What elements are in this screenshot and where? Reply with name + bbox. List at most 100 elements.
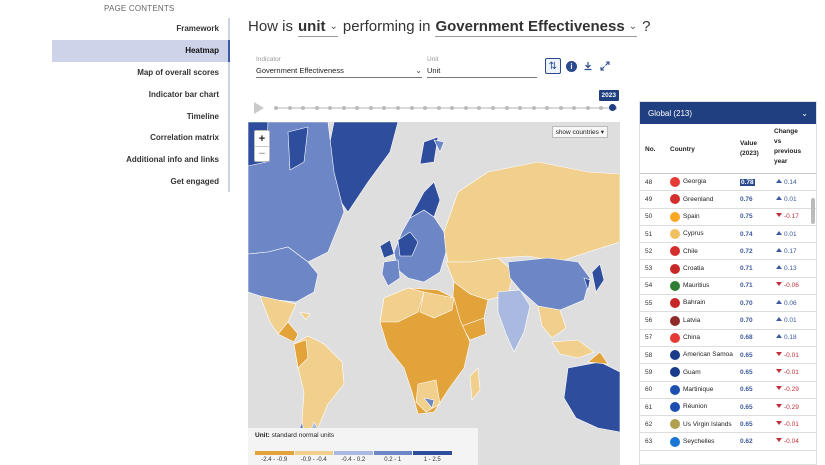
timeline-tick[interactable] bbox=[490, 106, 495, 110]
country-flag-icon bbox=[670, 402, 680, 412]
timeline-tick[interactable] bbox=[599, 106, 604, 110]
timeline-tick[interactable] bbox=[585, 106, 590, 110]
timeline-handle[interactable] bbox=[609, 104, 616, 111]
legend-bin-label: 1 - 2.5 bbox=[423, 457, 441, 463]
table-row[interactable]: 56 Latvia 0.70 0.01 bbox=[640, 312, 816, 330]
arrow-up-icon bbox=[776, 230, 782, 235]
nav-item-correlation-matrix[interactable]: Correlation matrix bbox=[52, 126, 230, 149]
timeline-tick[interactable] bbox=[328, 106, 333, 110]
table-row[interactable]: 61 Réunion 0.65 -0.29 bbox=[640, 399, 816, 417]
row-value: 0.71 bbox=[740, 282, 753, 290]
timeline-track[interactable] bbox=[274, 104, 617, 111]
timeline-tick[interactable] bbox=[382, 106, 387, 110]
row-change: -0.29 bbox=[776, 386, 799, 393]
timeline-tick[interactable] bbox=[531, 106, 536, 110]
timeline-tick[interactable] bbox=[504, 106, 509, 110]
row-country: Mauritius bbox=[683, 282, 710, 290]
region-select[interactable]: Global (213) ⌄ bbox=[640, 102, 816, 124]
timeline-tick[interactable] bbox=[314, 106, 319, 110]
table-row[interactable]: 57 China 0.68 0.18 bbox=[640, 330, 816, 347]
table-row[interactable]: 50 Spain 0.75 -0.17 bbox=[640, 209, 816, 226]
table-row[interactable]: 58 American Samoa 0.65 -0.01 bbox=[640, 347, 816, 365]
world-map-svg[interactable] bbox=[248, 122, 620, 465]
show-countries-select[interactable]: show countries ▾ bbox=[551, 126, 608, 138]
col-country[interactable]: Country bbox=[670, 146, 695, 153]
unit-filter-label: Unit bbox=[427, 56, 439, 63]
nav-item-indicator-bar-chart[interactable]: Indicator bar chart bbox=[52, 83, 230, 106]
zoom-in-button[interactable]: + bbox=[255, 131, 269, 146]
unit-filter[interactable]: Unit Unit bbox=[427, 56, 537, 78]
col-change-line2[interactable]: vs bbox=[774, 138, 781, 145]
legend-bin-label: -0.9 - -0.4 bbox=[300, 457, 327, 463]
play-icon[interactable] bbox=[254, 102, 264, 114]
col-change-line3[interactable]: previous bbox=[774, 148, 801, 155]
indicator-filter-value-wrap[interactable]: Government Effectiveness ⌄ bbox=[256, 66, 422, 78]
row-change-value: 0.06 bbox=[784, 299, 797, 307]
timeline-tick[interactable] bbox=[287, 106, 292, 110]
row-change-value: 0.01 bbox=[784, 317, 797, 325]
legend-bin[interactable]: -0.4 - 0.2 bbox=[334, 451, 373, 463]
timeline-tick[interactable] bbox=[518, 106, 523, 110]
timeline-tick[interactable] bbox=[545, 106, 550, 110]
timeline-tick[interactable] bbox=[368, 106, 373, 110]
table-row[interactable]: 52 Chile 0.72 0.17 bbox=[640, 243, 816, 261]
nav-item-additional-info-and-links[interactable]: Additional info and links bbox=[52, 148, 230, 171]
timeline-tick[interactable] bbox=[450, 106, 455, 110]
legend-bin[interactable]: -0.9 - -0.4 bbox=[294, 451, 333, 463]
legend-bin[interactable]: 0.2 - 1 bbox=[373, 451, 412, 463]
row-rank: 56 bbox=[645, 317, 653, 325]
row-country: Chile bbox=[683, 247, 698, 255]
table-row[interactable]: 54 Mauritius 0.71 -0.06 bbox=[640, 278, 816, 296]
timeline-tick[interactable] bbox=[572, 106, 577, 110]
indicator-filter[interactable]: Indicator Government Effectiveness ⌄ bbox=[256, 56, 422, 78]
table-row[interactable]: 55 Bahrain 0.70 0.06 bbox=[640, 295, 816, 313]
zoom-out-button[interactable]: − bbox=[255, 146, 269, 161]
row-change-value: 0.17 bbox=[784, 247, 797, 255]
col-change-line1[interactable]: Change bbox=[774, 128, 798, 135]
timeline-tick[interactable] bbox=[341, 106, 346, 110]
nav-item-map-of-overall-scores[interactable]: Map of overall scores bbox=[52, 61, 230, 84]
table-row[interactable]: 59 Guam 0.65 -0.01 bbox=[640, 364, 816, 382]
indicator-select[interactable]: Government Effectiveness ⌄ bbox=[435, 18, 638, 37]
table-row[interactable]: 48 Georgia 0.78 0.14 bbox=[640, 174, 816, 192]
row-change-value: -0.01 bbox=[784, 351, 799, 359]
timeline-tick[interactable] bbox=[463, 106, 468, 110]
timeline-tick[interactable] bbox=[436, 106, 441, 110]
timeline-tick[interactable] bbox=[355, 106, 360, 110]
table-row[interactable]: 51 Cyprus 0.74 0.01 bbox=[640, 226, 816, 244]
timeline-tick[interactable] bbox=[423, 106, 428, 110]
timeline-tick[interactable] bbox=[396, 106, 401, 110]
legend-bin[interactable]: 1 - 2.5 bbox=[413, 451, 452, 463]
country-flag-icon bbox=[670, 229, 680, 240]
table-row[interactable]: 53 Croatia 0.71 0.13 bbox=[640, 260, 816, 278]
row-change-value: -0.01 bbox=[784, 368, 799, 376]
info-icon[interactable]: i bbox=[566, 61, 577, 72]
timeline-tick[interactable] bbox=[274, 106, 278, 110]
table-row[interactable]: 49 Greenland 0.76 0.01 bbox=[640, 191, 816, 209]
col-change-line4[interactable]: year bbox=[774, 158, 787, 165]
col-value-line1[interactable]: Value bbox=[740, 140, 757, 147]
nav-item-get-engaged[interactable]: Get engaged bbox=[52, 170, 230, 193]
timeline-tick[interactable] bbox=[477, 106, 482, 110]
download-icon[interactable] bbox=[580, 58, 596, 74]
unit-select[interactable]: unit ⌄ bbox=[298, 18, 338, 37]
timeline-tick[interactable] bbox=[558, 106, 563, 110]
table-row[interactable]: 60 Martinique 0.65 -0.29 bbox=[640, 382, 816, 399]
nav-item-heatmap[interactable]: Heatmap bbox=[52, 39, 230, 62]
nav-item-timeline[interactable]: Timeline bbox=[52, 105, 230, 127]
timeline-tick[interactable] bbox=[301, 106, 306, 110]
col-value-line2[interactable]: (2023) bbox=[740, 150, 759, 157]
table-row[interactable]: 62 Us Virgin Islands 0.65 -0.01 bbox=[640, 416, 816, 434]
sliders-icon[interactable]: ⇅ bbox=[545, 58, 561, 74]
nav-item-framework[interactable]: Framework bbox=[52, 18, 230, 40]
expand-icon[interactable] bbox=[597, 58, 613, 74]
table-row[interactable]: 63 Seychelles 0.62 -0.04 bbox=[640, 433, 816, 451]
legend-bin[interactable]: -2.4 - -0.9 bbox=[255, 451, 294, 463]
row-change-value: -0.01 bbox=[784, 420, 799, 428]
timeline-tick[interactable] bbox=[409, 106, 414, 110]
col-no[interactable]: No. bbox=[645, 146, 655, 153]
unit-filter-value-wrap[interactable]: Unit bbox=[427, 66, 537, 78]
table-scrollbar[interactable] bbox=[811, 198, 815, 224]
row-value: 0.65 bbox=[740, 420, 753, 428]
world-heatmap[interactable]: + − show countries ▾ Unit: standard norm… bbox=[248, 122, 620, 465]
